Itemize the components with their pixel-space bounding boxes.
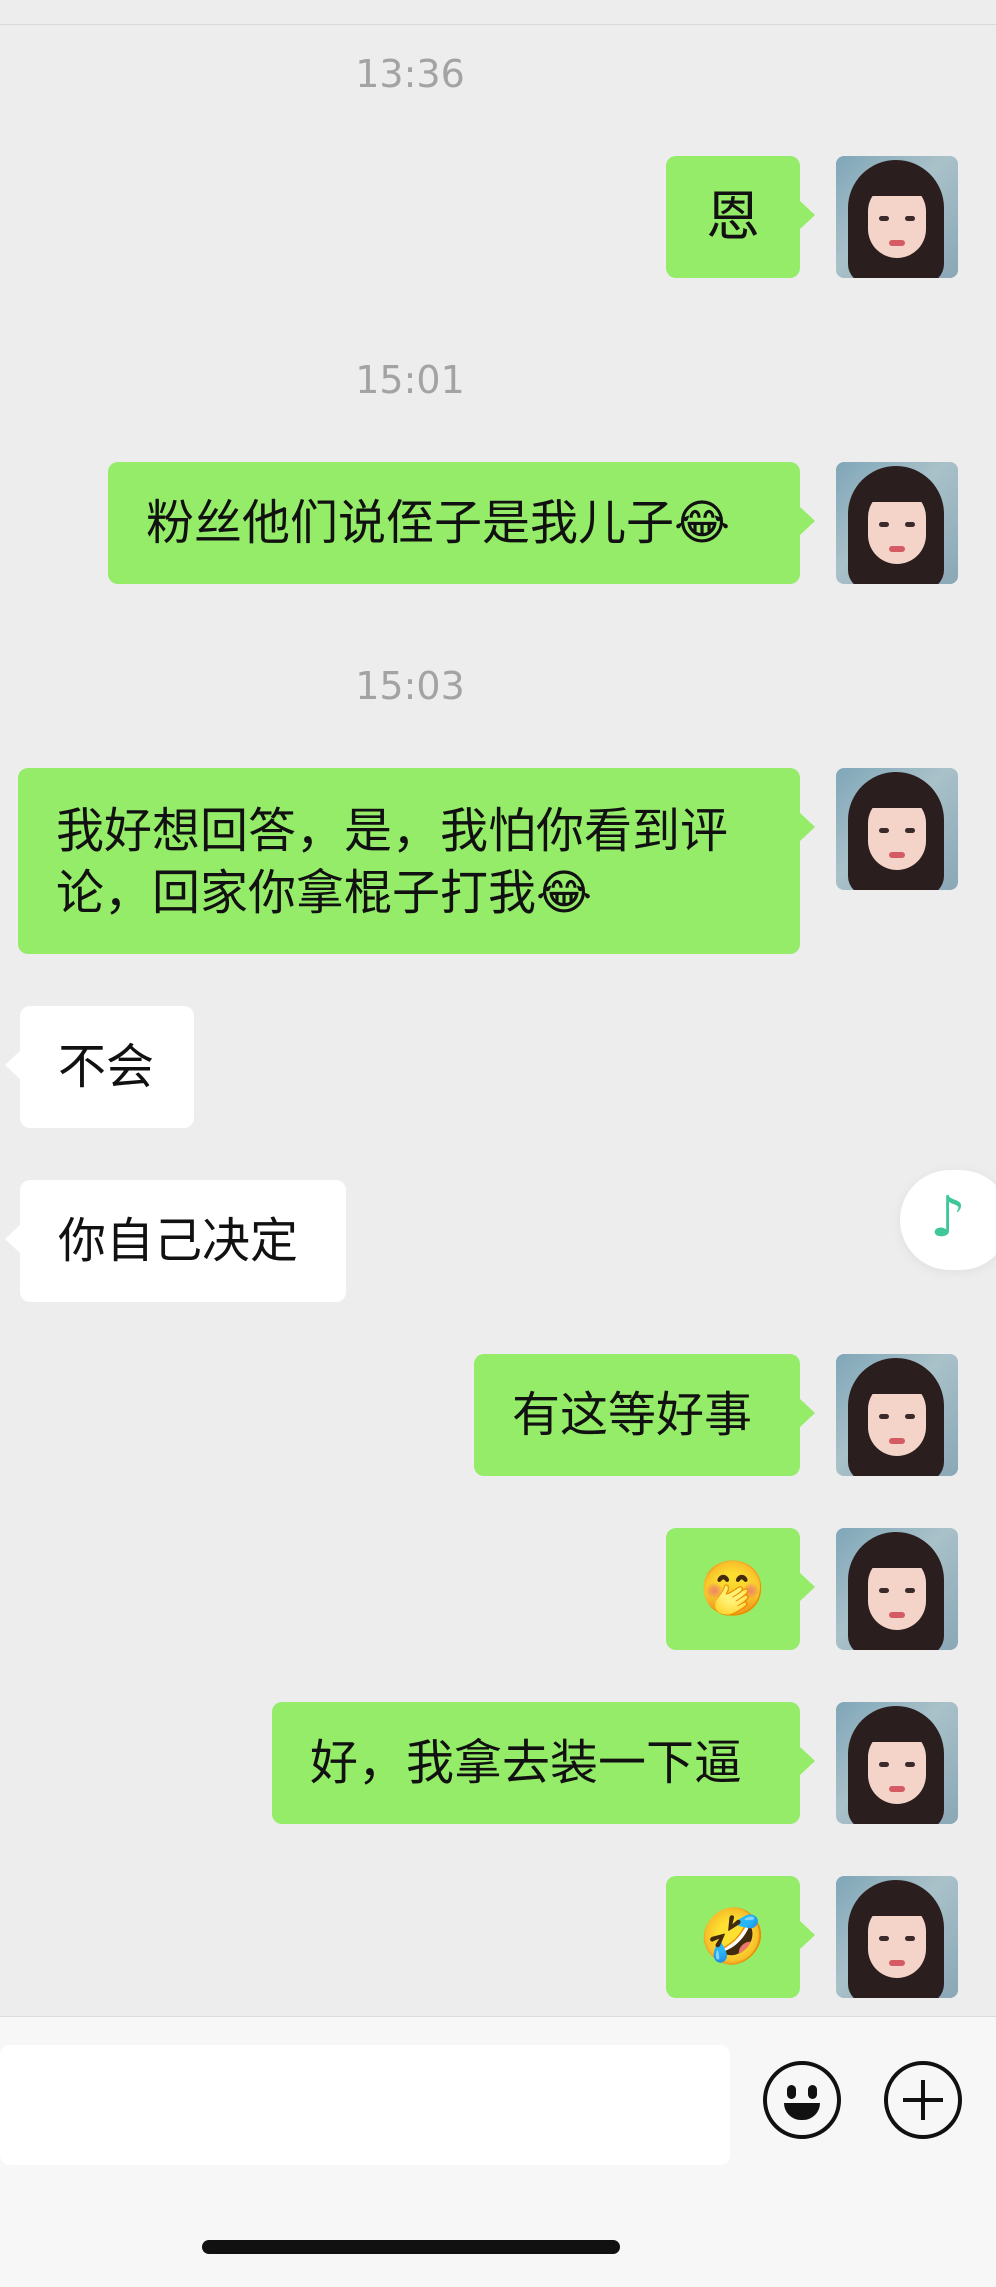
plus-circle-icon[interactable] [884, 2061, 962, 2139]
message-bubble-received[interactable]: 不会 [5, 1006, 194, 1128]
avatar[interactable] [836, 1702, 958, 1824]
timestamp: 15:03 [355, 664, 465, 708]
avatar[interactable] [836, 1876, 958, 1998]
home-indicator[interactable] [202, 2240, 620, 2254]
smiley-icon[interactable] [763, 2061, 841, 2139]
message-bubble-sent[interactable]: 🤣 [666, 1876, 815, 1998]
message-bubble-sent[interactable]: 🤭 [666, 1528, 815, 1650]
message-bubble-sent[interactable]: 恩 [666, 156, 815, 278]
message-bubble-sent[interactable]: 有这等好事 [474, 1354, 815, 1476]
message-bubble-sent[interactable]: 我好想回答，是，我怕你看到评论，回家你拿棍子打我😂 [18, 768, 815, 954]
message-bubble-sent[interactable]: 粉丝他们说侄子是我儿子😂 [108, 462, 815, 584]
message-bubble-received[interactable]: 你自己决定 [5, 1180, 346, 1302]
message-bubble-sent[interactable]: 好，我拿去装一下逼 [272, 1702, 815, 1824]
avatar[interactable] [836, 1528, 958, 1650]
avatar[interactable] [836, 1354, 958, 1476]
timestamp: 15:01 [355, 358, 465, 402]
top-divider [0, 24, 996, 25]
music-note-icon: ♪ [930, 1185, 966, 1250]
avatar[interactable] [836, 768, 958, 890]
timestamp: 13:36 [355, 52, 465, 96]
avatar[interactable] [836, 462, 958, 584]
avatar[interactable] [836, 156, 958, 278]
message-input[interactable] [0, 2045, 730, 2165]
floating-music-button[interactable]: ♪ [900, 1170, 996, 1270]
